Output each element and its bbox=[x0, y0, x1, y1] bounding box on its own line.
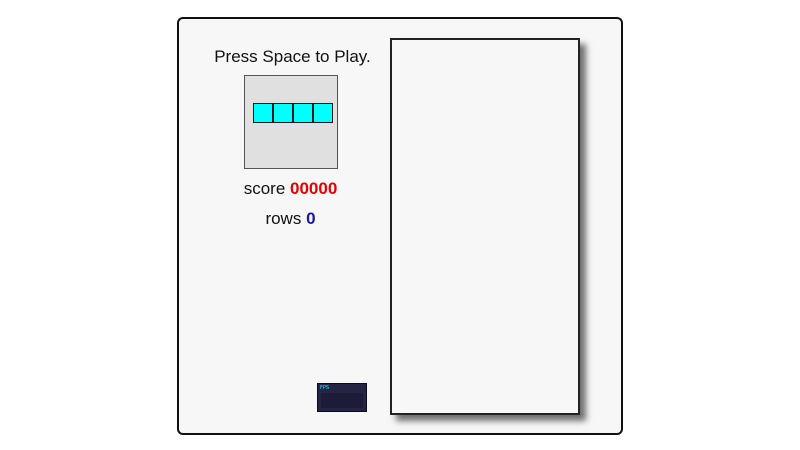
fps-meter: FPS bbox=[317, 383, 367, 412]
game-board[interactable] bbox=[390, 38, 580, 415]
piece-block bbox=[313, 103, 333, 123]
score-display: score 00000 bbox=[179, 179, 402, 199]
rows-value: 0 bbox=[306, 209, 316, 228]
fps-label: FPS bbox=[320, 385, 330, 391]
piece-block bbox=[273, 103, 293, 123]
piece-block bbox=[253, 103, 273, 123]
piece-block bbox=[293, 103, 313, 123]
game-container: Press Space to Play. score 00000 rows 0 … bbox=[177, 17, 623, 435]
score-value: 00000 bbox=[290, 179, 338, 198]
start-prompt: Press Space to Play. bbox=[214, 47, 371, 66]
score-label: score bbox=[243, 179, 286, 198]
rows-label: rows bbox=[265, 209, 302, 228]
fps-graph bbox=[321, 393, 363, 408]
rows-display: rows 0 bbox=[179, 209, 402, 229]
next-piece-preview bbox=[244, 75, 338, 169]
next-piece-i-tetromino bbox=[253, 103, 333, 123]
